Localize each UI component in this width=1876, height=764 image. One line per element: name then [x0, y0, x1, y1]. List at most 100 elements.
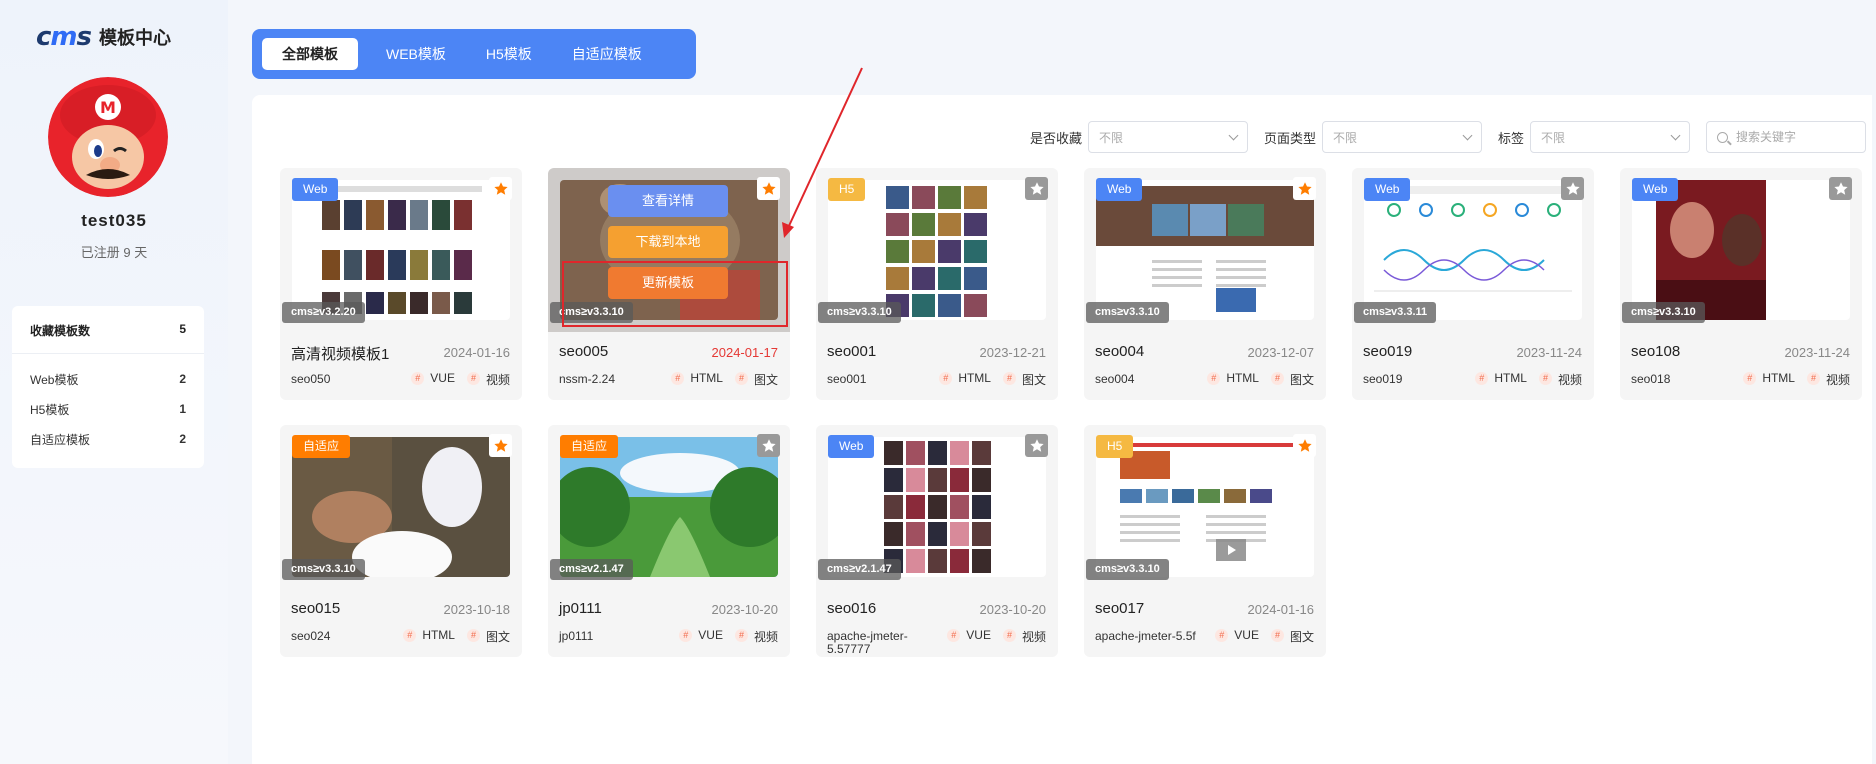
template-type-badge: H5 [1096, 435, 1134, 458]
template-title[interactable]: seo005 [559, 343, 608, 360]
tag[interactable]: # HTML [939, 371, 991, 388]
favorite-star-icon[interactable] [1293, 434, 1316, 457]
hash-icon: # [1215, 629, 1229, 642]
tag[interactable]: # 图文 [1270, 371, 1314, 388]
template-title[interactable]: seo017 [1095, 600, 1144, 617]
template-thumbnail[interactable] [1096, 180, 1314, 320]
template-thumbnail[interactable] [1096, 437, 1314, 577]
template-title[interactable]: seo108 [1631, 343, 1680, 360]
template-subtitle: seo018 [1631, 372, 1671, 386]
template-thumbnail[interactable] [292, 437, 510, 577]
tag-label: 视频 [1557, 373, 1582, 387]
tag[interactable]: # VUE [1215, 628, 1259, 645]
tag-label: 视频 [753, 630, 778, 644]
tag[interactable]: # 视频 [1538, 371, 1582, 388]
template-thumbnail[interactable] [828, 180, 1046, 320]
template-card[interactable]: H5 cms≥v3.3.10 seo017 2024-01-16 apache-jmet… [1084, 425, 1326, 657]
favorite-star-icon[interactable] [1025, 177, 1048, 200]
template-card[interactable]: Web cms≥v2.1.47 seo016 2023-10-20 apache-jme… [816, 425, 1058, 657]
tag[interactable]: # VUE [411, 371, 455, 388]
template-card[interactable]: cms≥v3.3.10 查看详情 下载到本地 更新模板 seo005 2024-0… [548, 168, 790, 400]
hash-icon: # [466, 372, 480, 385]
favorite-star-icon[interactable] [757, 177, 780, 200]
tab-all[interactable]: 全部模板 [262, 38, 358, 70]
template-title[interactable]: seo001 [827, 343, 876, 360]
tab-h5[interactable]: H5模板 [466, 38, 552, 70]
tag[interactable]: # HTML [1743, 371, 1795, 388]
template-card[interactable]: Web cms≥v3.3.11 seo019 2023-11-24 seo019 # HTM… [1352, 168, 1594, 400]
hash-icon: # [679, 629, 693, 642]
tag-label: 图文 [485, 630, 510, 644]
filter-bar: 是否收藏 不限 页面类型 不限 标签 不限 [1030, 121, 1872, 153]
stats-row-h5[interactable]: H5模板 1 [12, 394, 204, 424]
favorite-star-icon[interactable] [1025, 434, 1048, 457]
registered-days: 已注册 9 天 [80, 245, 148, 260]
favorite-star-icon[interactable] [489, 434, 512, 457]
download-button[interactable]: 下载到本地 [608, 226, 728, 258]
template-title[interactable]: seo019 [1363, 343, 1412, 360]
tag[interactable]: # 视频 [1002, 628, 1046, 645]
search-input[interactable] [1736, 130, 1856, 144]
template-card[interactable]: Web cms≥v3.2.20 高清视频模板1 2024-01-16 seo050 # VU… [280, 168, 522, 400]
tag[interactable]: # 图文 [1270, 628, 1314, 645]
template-thumbnail[interactable] [560, 437, 778, 577]
username: test035 [81, 211, 147, 230]
template-tags: # VUE # 视频 [947, 628, 1046, 645]
template-date: 2024-01-16 [1247, 602, 1315, 617]
template-title[interactable]: 高清视频模板1 [291, 343, 389, 364]
stats-row-adaptive[interactable]: 自适应模板 2 [12, 424, 204, 454]
tag[interactable]: # HTML [403, 628, 455, 645]
cms-version-badge: cms≥v3.3.10 [282, 559, 365, 580]
logo[interactable]: cms 模板中心 [36, 22, 171, 52]
favorite-star-icon[interactable] [489, 177, 512, 200]
tag[interactable]: # 图文 [1002, 371, 1046, 388]
tag[interactable]: # VUE [679, 628, 723, 645]
stats-row-web[interactable]: Web模板 2 [12, 364, 204, 394]
favorite-star-icon[interactable] [757, 434, 780, 457]
page-type-filter-select[interactable]: 不限 [1321, 121, 1482, 153]
template-thumbnail[interactable] [1632, 180, 1850, 320]
template-title[interactable]: seo004 [1095, 343, 1144, 360]
avatar[interactable]: M [48, 77, 168, 197]
template-title[interactable]: seo015 [291, 600, 340, 617]
template-card[interactable]: Web cms≥v3.3.10 seo108 2023-11-24 seo018 # HTM… [1620, 168, 1862, 400]
template-card[interactable]: 自适应 cms≥v3.3.10 seo015 2023-10-18 seo024 # HTM… [280, 425, 522, 657]
tag[interactable]: # 视频 [1806, 371, 1850, 388]
hash-icon: # [1475, 372, 1489, 385]
template-card[interactable]: 自适应 cms≥v2.1.47 jp0111 2023-10-20 jp0111 # VUE… [548, 425, 790, 657]
favorite-star-icon[interactable] [1829, 177, 1852, 200]
template-card[interactable]: Web cms≥v3.3.10 seo004 2023-12-07 seo004 # HTM… [1084, 168, 1326, 400]
template-tags: # HTML # 图文 [939, 371, 1046, 388]
stats-label: Web模板 [30, 372, 79, 387]
tag[interactable]: # 视频 [466, 371, 510, 388]
tag[interactable]: # VUE [947, 628, 991, 645]
tag[interactable]: # 图文 [734, 371, 778, 388]
tag[interactable]: # HTML [671, 371, 723, 388]
hash-icon: # [403, 629, 417, 642]
tag[interactable]: # HTML [1207, 371, 1259, 388]
template-thumbnail[interactable] [828, 437, 1046, 577]
favorite-filter-select[interactable]: 不限 [1087, 121, 1248, 153]
template-title[interactable]: jp0111 [559, 600, 602, 617]
tag[interactable]: # 图文 [466, 628, 510, 645]
template-tabs: 全部模板 WEB模板 H5模板 自适应模板 [252, 29, 696, 79]
favorite-star-icon[interactable] [1293, 177, 1316, 200]
tag-label: 视频 [1825, 373, 1850, 387]
thumbnail-image [1632, 180, 1850, 320]
template-card[interactable]: H5 cms≥v3.3.10 seo001 2023-12-21 seo001 # HTML… [816, 168, 1058, 400]
tab-web[interactable]: WEB模板 [366, 38, 466, 70]
tag-filter-select[interactable]: 不限 [1530, 121, 1690, 153]
star-icon [1029, 438, 1044, 452]
favorite-star-icon[interactable] [1561, 177, 1584, 200]
template-thumbnail[interactable] [1364, 180, 1582, 320]
view-details-button[interactable]: 查看详情 [608, 185, 728, 217]
tag[interactable]: # 视频 [734, 628, 778, 645]
hash-icon: # [1207, 372, 1221, 385]
tag[interactable]: # HTML [1475, 371, 1527, 388]
template-thumbnail[interactable] [292, 180, 510, 320]
hash-icon: # [1806, 372, 1820, 385]
tab-adaptive[interactable]: 自适应模板 [552, 38, 662, 70]
sidebar: cms 模板中心 M test035 已注册 9 天 收藏模板数 5 Web模板… [0, 0, 228, 764]
template-title[interactable]: seo016 [827, 600, 876, 617]
template-date: 2023-12-07 [1247, 345, 1315, 360]
